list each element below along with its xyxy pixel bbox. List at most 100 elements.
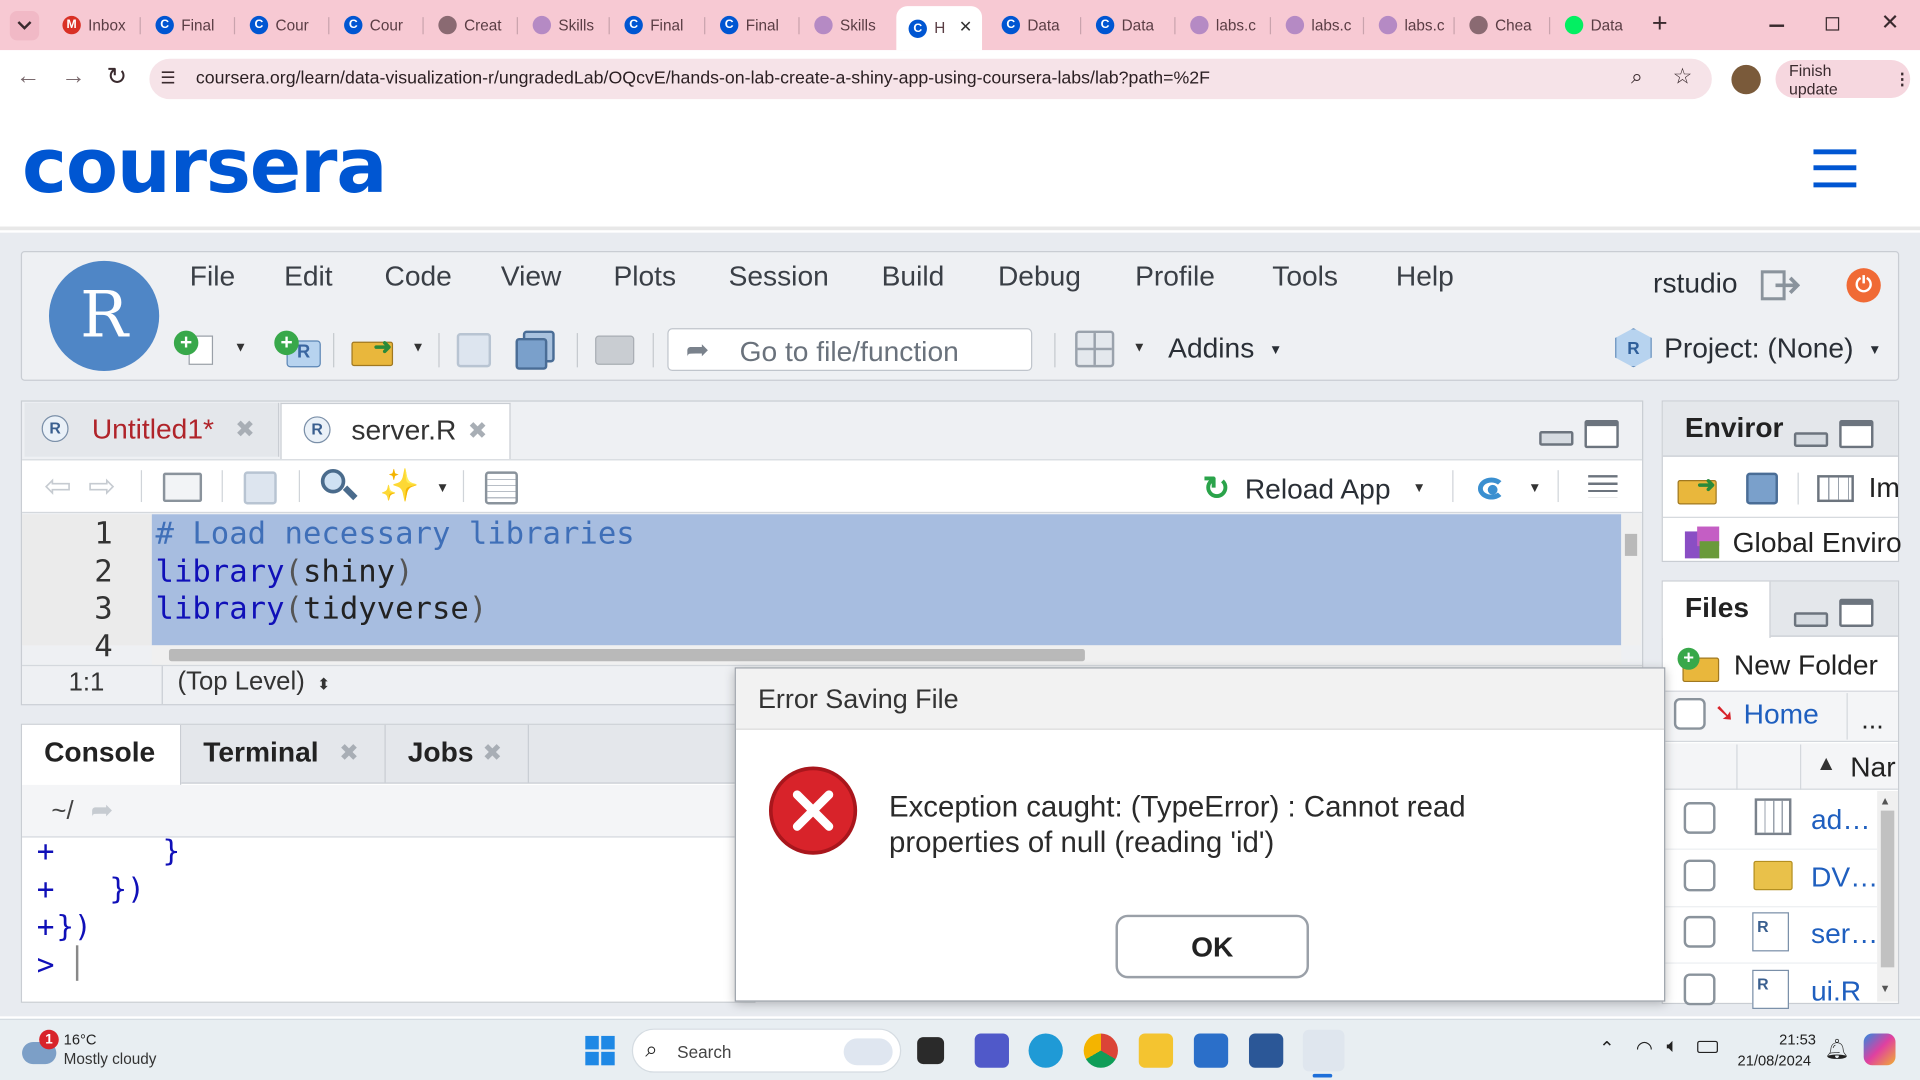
file-name-link[interactable]: DV… (1811, 860, 1878, 893)
close-tab-icon[interactable]: ✖ (482, 740, 501, 768)
new-tab-button[interactable]: + (1652, 7, 1668, 39)
import-dataset-icon[interactable] (1817, 475, 1854, 503)
console-path-go-icon[interactable]: ➦ (91, 795, 114, 827)
code-tools-dropdown-icon[interactable]: ▼ (436, 481, 449, 496)
breadcrumb-more[interactable]: ... (1861, 704, 1883, 736)
finish-update-button[interactable]: Finish update ⋮ (1775, 60, 1911, 98)
find-replace-icon[interactable] (320, 468, 358, 506)
import-dataset-label[interactable]: Im (1869, 471, 1900, 504)
quit-session-icon[interactable]: ⏻ (1846, 268, 1881, 303)
coursera-logo[interactable]: coursera (22, 121, 387, 210)
task-view-icon[interactable] (917, 1037, 945, 1065)
menu-session[interactable]: Session (729, 260, 829, 293)
menu-code[interactable]: Code (384, 260, 451, 293)
menu-file[interactable]: File (190, 260, 235, 293)
save-all-icon[interactable] (515, 330, 558, 370)
load-workspace-icon[interactable]: ➜ (1677, 473, 1727, 505)
bookmark-star-icon[interactable]: ☆ (1673, 64, 1693, 90)
menu-build[interactable]: Build (882, 260, 945, 293)
file-row[interactable]: DV… (1662, 850, 1878, 907)
minimize-pane-icon[interactable] (1793, 432, 1829, 447)
chrome-icon[interactable] (1083, 1033, 1118, 1068)
close-tab-icon[interactable]: ✕ (959, 17, 972, 37)
compile-report-icon[interactable] (484, 471, 518, 505)
url-field[interactable]: ☰ coursera.org/learn/data-visualization-… (149, 58, 1712, 100)
file-checkbox[interactable] (1683, 915, 1716, 948)
go-to-file-input[interactable]: ➦ Go to file/function (667, 328, 1033, 372)
menu-plots[interactable]: Plots (613, 260, 676, 293)
open-file-icon[interactable]: ➜ (351, 334, 402, 367)
addins-button[interactable]: Addins ▼ (1168, 332, 1282, 365)
tab-environment[interactable]: Enviror (1685, 411, 1784, 444)
minimize-pane-icon[interactable] (1793, 612, 1829, 627)
tab-jobs[interactable]: Jobs ✖ (387, 724, 529, 783)
start-button-icon[interactable] (585, 1035, 615, 1066)
teams-icon[interactable] (974, 1033, 1009, 1068)
browser-tab[interactable]: C Data (1084, 7, 1172, 43)
menu-view[interactable]: View (501, 260, 562, 293)
ok-button[interactable]: OK (1115, 914, 1309, 979)
menu-edit[interactable]: Edit (284, 260, 333, 293)
file-row[interactable]: Rui.R (1662, 964, 1878, 1021)
files-scrollbar[interactable]: ▲ ▼ (1877, 791, 1898, 1002)
new-folder-button[interactable]: + New Folder (1677, 647, 1878, 684)
name-column-header[interactable]: Nar (1850, 751, 1895, 784)
menu-profile[interactable]: Profile (1135, 260, 1215, 293)
volume-icon[interactable]: 🔈︎ (1667, 1036, 1679, 1058)
new-file-icon[interactable]: + (173, 330, 218, 365)
show-in-window-icon[interactable] (162, 472, 203, 503)
sort-ascending-icon[interactable]: ▲ (1816, 752, 1837, 776)
file-checkbox[interactable] (1683, 858, 1716, 891)
publish-dropdown-icon[interactable]: ▼ (1528, 481, 1541, 496)
show-hidden-icons[interactable]: ⌃ (1599, 1037, 1614, 1059)
editor-vertical-scrollbar[interactable] (1621, 514, 1641, 646)
word-icon[interactable] (1248, 1033, 1284, 1068)
close-tab-icon[interactable]: ✖ (235, 416, 254, 444)
file-checkbox[interactable] (1683, 972, 1716, 1005)
forward-icon[interactable]: → (61, 62, 85, 90)
global-environment-selector[interactable]: Global Enviro (1733, 527, 1902, 560)
tab-files[interactable]: Files (1662, 581, 1771, 638)
file-name-link[interactable]: ui.R (1811, 974, 1861, 1007)
close-tab-icon[interactable]: ✖ (339, 740, 358, 768)
document-outline-icon[interactable] (1588, 475, 1618, 498)
code-line[interactable]: library(tidyverse) (156, 590, 488, 626)
sign-out-icon[interactable] (1760, 269, 1801, 301)
browser-tab[interactable]: C Final (612, 7, 700, 43)
tab-list-dropdown-icon[interactable] (9, 11, 40, 41)
file-explorer-icon[interactable] (1138, 1033, 1174, 1068)
maximize-pane-icon[interactable] (1584, 420, 1619, 449)
close-tab-icon[interactable]: ✖ (468, 418, 487, 446)
browser-tab[interactable]: C Data (989, 7, 1077, 43)
browser-tab[interactable]: Skills (802, 7, 890, 43)
pane-layout-dropdown-icon[interactable]: ▼ (1133, 340, 1146, 355)
browser-tab[interactable]: M Inbox (50, 7, 138, 43)
browser-tab[interactable]: C Final (708, 7, 796, 43)
file-checkbox[interactable] (1683, 802, 1716, 834)
microsoft-store-icon[interactable] (1193, 1033, 1229, 1068)
editor-tab-server[interactable]: R server.R ✖ (280, 402, 511, 460)
browser-tab[interactable]: labs.c (1273, 7, 1361, 43)
code-line[interactable]: # Load necessary libraries (156, 516, 635, 552)
browser-tab[interactable]: C H ✕ (896, 6, 983, 51)
weather-widget[interactable]: 1 16°C Mostly cloudy (20, 1027, 179, 1074)
browser-tab[interactable]: labs.c (1178, 7, 1266, 43)
browser-tab[interactable]: C Cour (332, 7, 420, 43)
menu-tools[interactable]: Tools (1272, 260, 1338, 293)
browser-tab[interactable]: Skills (520, 7, 608, 43)
new-file-dropdown-icon[interactable]: ▼ (234, 340, 247, 355)
browser-tab[interactable]: Data (1553, 7, 1641, 43)
select-all-checkbox[interactable] (1673, 697, 1706, 730)
file-name-link[interactable]: ad… (1811, 803, 1871, 836)
reload-icon[interactable]: ↻ (107, 61, 128, 92)
code-tools-wand-icon[interactable]: ✨ (380, 467, 420, 505)
minimize-pane-icon[interactable] (1539, 431, 1574, 446)
profile-avatar[interactable] (1731, 64, 1761, 95)
clock-time[interactable]: 21:53 (1779, 1031, 1816, 1048)
reload-app-button[interactable]: ↻ Reload App ▼ (1202, 469, 1425, 508)
file-row[interactable]: Rser… (1662, 907, 1878, 964)
maximize-pane-icon[interactable] (1839, 420, 1874, 449)
notifications-bell-icon[interactable]: 🔔︎ (1824, 1037, 1849, 1061)
menu-debug[interactable]: Debug (998, 260, 1081, 293)
save-workspace-icon[interactable] (1746, 472, 1778, 505)
